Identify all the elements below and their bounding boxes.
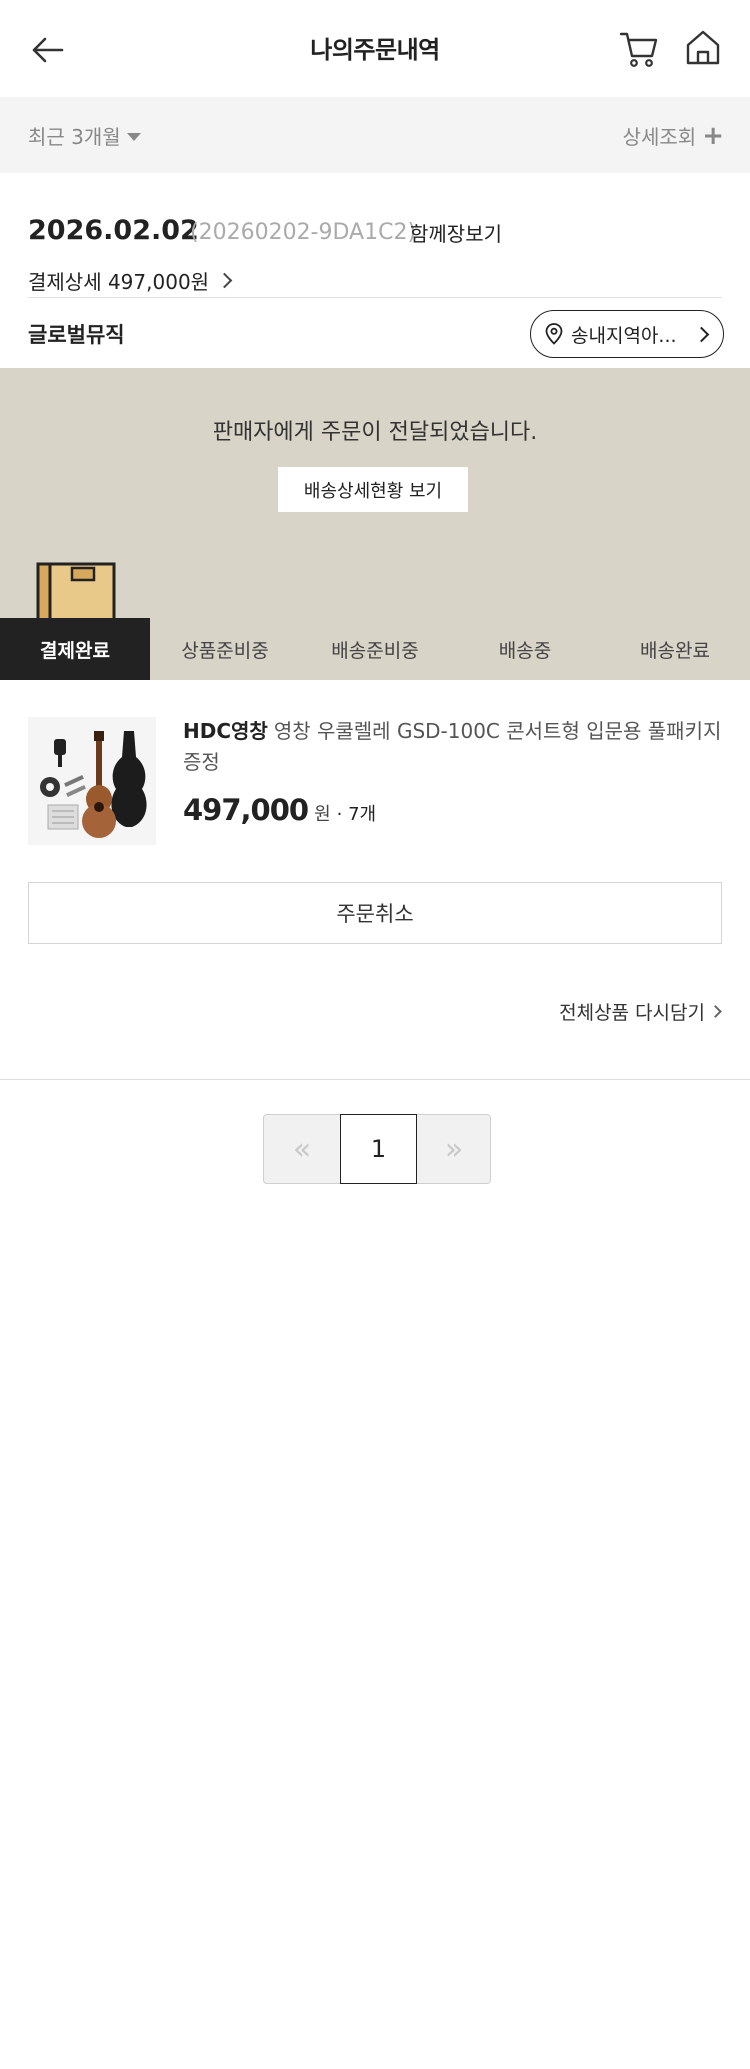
payment-detail-link[interactable]: 결제상세 497,000원 bbox=[28, 266, 233, 295]
recart-all-link[interactable]: 전체상품 다시담기 bbox=[559, 998, 722, 1025]
step-preparing-product[interactable]: 상품준비중 bbox=[150, 618, 300, 680]
recart-label: 전체상품 다시담기 bbox=[559, 1002, 705, 1024]
divider bbox=[0, 1079, 750, 1080]
cart-icon[interactable] bbox=[618, 28, 660, 70]
track-delivery-button[interactable]: 배송상세현황 보기 bbox=[278, 467, 468, 512]
product-brand: HDC영창 bbox=[183, 719, 268, 743]
location-label: 송내지역아... bbox=[571, 324, 677, 347]
view-together-link[interactable]: 함께장보기 bbox=[410, 218, 502, 247]
period-dropdown[interactable]: 최근 3개월 bbox=[28, 121, 141, 150]
seller-name: 글로벌뮤직 bbox=[28, 323, 125, 347]
step-in-transit[interactable]: 배송중 bbox=[450, 618, 600, 680]
plus-icon: + bbox=[702, 120, 724, 151]
location-button[interactable]: 송내지역아... bbox=[530, 310, 724, 358]
ukulele-package-image bbox=[28, 717, 156, 845]
chevron-right-icon bbox=[709, 1005, 722, 1018]
order-date: 2026.02.02 bbox=[28, 215, 199, 246]
payment-detail-label: 결제상세 497,000원 bbox=[28, 270, 210, 294]
chevron-right-icon bbox=[693, 326, 710, 342]
product-quantity: · 7개 bbox=[336, 804, 377, 825]
app-header: 나의주문내역 bbox=[0, 0, 750, 97]
product-name[interactable]: HDC영창 영창 우쿨렐레 GSD-100C 콘서트형 입문용 풀패키지증정 bbox=[183, 716, 723, 778]
cancel-order-button[interactable]: 주문취소 bbox=[28, 882, 722, 944]
package-box-icon bbox=[36, 562, 116, 618]
chevron-right-icon bbox=[216, 272, 233, 289]
divider bbox=[28, 297, 722, 298]
detail-search-button[interactable]: 상세조회 + bbox=[623, 121, 724, 150]
product-thumbnail[interactable] bbox=[28, 717, 156, 845]
status-banner: 판매자에게 주문이 전달되었습니다. 배송상세현황 보기 bbox=[0, 368, 750, 618]
prev-page-button[interactable]: « bbox=[264, 1115, 340, 1183]
filter-bar: 최근 3개월 상세조회 + bbox=[0, 97, 750, 173]
pagination: « 1 » bbox=[263, 1114, 491, 1184]
next-page-button[interactable]: » bbox=[417, 1115, 491, 1183]
product-price: 497,000 bbox=[183, 793, 309, 827]
order-number: (20260202-9DA1C2) bbox=[190, 220, 417, 245]
step-preparing-shipping[interactable]: 배송준비중 bbox=[300, 618, 450, 680]
product-price-row: 497,000 원 · 7개 bbox=[183, 793, 376, 827]
period-label: 최근 3개월 bbox=[28, 125, 121, 149]
caret-down-icon bbox=[126, 132, 141, 141]
delivery-steps: 결제완료 상품준비중 배송준비중 배송중 배송완료 bbox=[0, 618, 750, 680]
back-arrow-icon[interactable] bbox=[28, 30, 68, 70]
detail-search-label: 상세조회 bbox=[622, 125, 697, 149]
step-delivered[interactable]: 배송완료 bbox=[600, 618, 750, 680]
home-icon[interactable] bbox=[684, 28, 722, 68]
status-message: 판매자에게 주문이 전달되었습니다. bbox=[212, 420, 538, 445]
location-pin-icon bbox=[545, 323, 563, 345]
page-number-current[interactable]: 1 bbox=[340, 1114, 417, 1184]
price-unit: 원 bbox=[314, 804, 331, 825]
step-payment-complete[interactable]: 결제완료 bbox=[0, 618, 150, 680]
